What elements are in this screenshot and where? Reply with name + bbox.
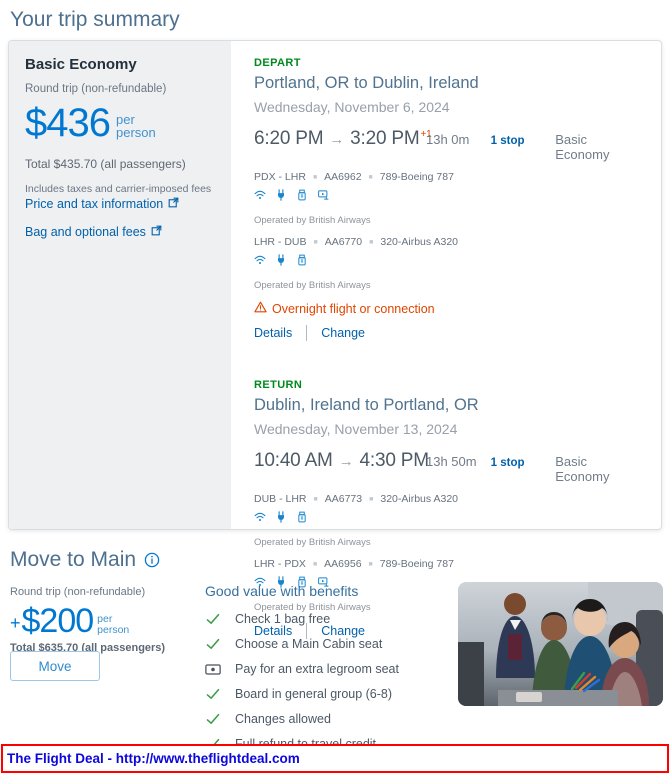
price-tax-link[interactable]: Price and tax information <box>25 197 215 211</box>
segment-info: LHR - DUB■ AA6770■ 320-Airbus A320 <box>254 236 643 248</box>
wifi-icon <box>254 253 266 271</box>
check-icon <box>205 713 221 725</box>
depart-trip: DEPART Portland, OR to Dublin, Ireland W… <box>254 57 643 341</box>
benefits-title: Good value with benefits <box>205 583 455 599</box>
upsell-title-row: Move to Main <box>10 548 160 572</box>
check-icon <box>205 638 221 650</box>
itinerary-panel: DEPART Portland, OR to Dublin, Ireland W… <box>254 41 661 643</box>
return-stops-link[interactable]: 1 stop <box>491 457 556 469</box>
benefit-item: Choose a Main Cabin seat <box>205 637 455 651</box>
warning-icon <box>254 301 267 316</box>
amenity-icons <box>254 188 643 206</box>
divider <box>306 325 307 341</box>
page-title: Your trip summary <box>10 8 180 32</box>
upsell-trip-type: Round trip (non-refundable) <box>10 586 190 598</box>
return-date: Wednesday, November 13, 2024 <box>254 421 643 437</box>
upsell-price-amount: $200 <box>22 604 94 638</box>
power-icon <box>275 510 287 528</box>
depart-date: Wednesday, November 6, 2024 <box>254 99 643 115</box>
depart-times: 6:20 PM→3:20 PM+1 <box>254 128 426 150</box>
separator: ■ <box>369 496 373 503</box>
benefit-item: Check 1 bag free <box>205 612 455 626</box>
power-icon <box>275 253 287 271</box>
external-link-icon <box>168 197 179 211</box>
wifi-icon <box>254 510 266 528</box>
separator: ■ <box>313 174 317 181</box>
entertainment-icon <box>317 188 330 206</box>
fare-price: $436 per person <box>25 103 215 143</box>
return-label: RETURN <box>254 379 643 391</box>
separator: ■ <box>313 561 317 568</box>
usb-icon <box>296 253 308 271</box>
flight-deal-banner: The Flight Deal - http://www.theflightde… <box>1 744 669 773</box>
per-person-label: per person <box>97 614 129 635</box>
amenity-icons <box>254 253 643 271</box>
cabin-photo <box>458 582 663 706</box>
arrow-right-icon: → <box>329 131 344 148</box>
bag-fees-link[interactable]: Bag and optional fees <box>25 225 215 239</box>
separator: ■ <box>369 174 373 181</box>
depart-label: DEPART <box>254 57 643 69</box>
info-icon[interactable] <box>144 552 160 568</box>
benefit-item: Pay for an extra legroom seat <box>205 662 455 676</box>
separator: ■ <box>314 496 318 503</box>
return-times: 10:40 AM→4:30 PM <box>254 450 426 472</box>
return-duration: 13h 50m <box>426 454 491 469</box>
cash-icon <box>205 664 221 675</box>
separator: ■ <box>369 561 373 568</box>
check-icon <box>205 688 221 700</box>
usb-icon <box>296 188 308 206</box>
segment-info: PDX - LHR■ AA6962■ 789-Boeing 787 <box>254 171 643 183</box>
benefit-item: Board in general group (6-8) <box>205 687 455 701</box>
change-link[interactable]: Change <box>321 326 365 340</box>
benefit-item: Changes allowed <box>205 712 455 726</box>
segment-info: DUB - LHR■ AA6773■ 320-Airbus A320 <box>254 493 643 505</box>
operated-by: Operated by British Airways <box>254 537 643 548</box>
depart-route: Portland, OR to Dublin, Ireland <box>254 74 643 93</box>
power-icon <box>275 188 287 206</box>
check-icon <box>205 613 221 625</box>
return-time-row: 10:40 AM→4:30 PM 13h 50m 1 stop Basic Ec… <box>254 450 643 484</box>
depart-duration: 13h 0m <box>426 132 491 147</box>
details-link[interactable]: Details <box>254 326 292 340</box>
per-person-label: per person <box>116 113 156 139</box>
trip-summary-card: Basic Economy Round trip (non-refundable… <box>8 40 662 530</box>
depart-cabin: Basic Economy <box>555 132 643 162</box>
depart-time-row: 6:20 PM→3:20 PM+1 13h 0m 1 stop Basic Ec… <box>254 128 643 162</box>
upsell-title: Move to Main <box>10 548 136 572</box>
amenity-icons <box>254 510 643 528</box>
fare-name: Basic Economy <box>25 56 215 73</box>
depart-stops-link[interactable]: 1 stop <box>491 135 556 147</box>
benefits-list: Good value with benefits Check 1 bag fre… <box>205 583 455 762</box>
separator: ■ <box>369 239 373 246</box>
fare-total: Total $435.70 (all passengers) <box>25 157 215 171</box>
trip-summary-page: Your trip summary Basic Economy Round tr… <box>0 0 670 774</box>
flight-deal-link[interactable]: The Flight Deal - http://www.theflightde… <box>3 751 300 766</box>
return-route: Dublin, Ireland to Portland, OR <box>254 396 643 415</box>
fare-summary-panel: Basic Economy Round trip (non-refundable… <box>9 41 231 529</box>
upsell-price-block: Round trip (non-refundable) + $200 per p… <box>10 586 190 654</box>
trip-actions: Details Change <box>254 325 643 341</box>
taxes-note: Includes taxes and carrier-imposed fees <box>25 183 215 195</box>
overnight-warning: Overnight flight or connection <box>254 301 643 316</box>
operated-by: Operated by British Airways <box>254 280 643 291</box>
return-cabin: Basic Economy <box>555 454 643 484</box>
separator: ■ <box>314 239 318 246</box>
fare-price-amount: $436 <box>25 103 110 143</box>
trip-type-label: Round trip (non-refundable) <box>25 83 215 95</box>
segment-info: LHR - PDX■ AA6956■ 789-Boeing 787 <box>254 558 643 570</box>
external-link-icon <box>151 225 162 239</box>
move-button[interactable]: Move <box>10 651 100 681</box>
arrow-right-icon: → <box>339 453 354 470</box>
operated-by: Operated by British Airways <box>254 215 643 226</box>
usb-icon <box>296 510 308 528</box>
wifi-icon <box>254 188 266 206</box>
upsell-price: + $200 per person <box>10 604 190 638</box>
